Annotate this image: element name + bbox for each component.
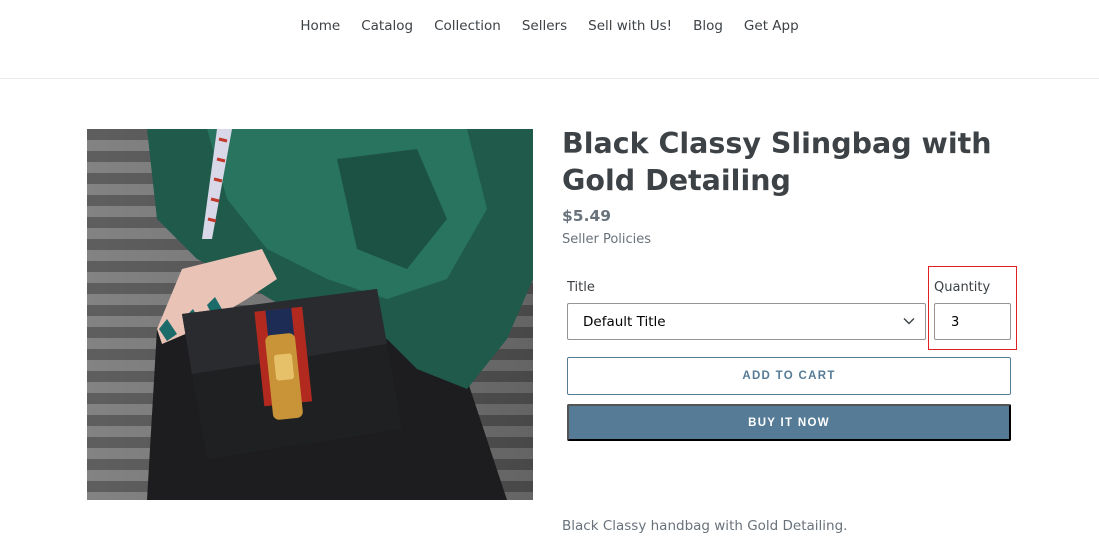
title-select[interactable]: Default Title [567,303,926,340]
nav-sell-with-us[interactable]: Sell with Us! [578,18,683,34]
nav-get-app[interactable]: Get App [733,18,809,34]
seller-policies-link[interactable]: Seller Policies [562,232,651,247]
buy-it-now-button[interactable]: BUY IT NOW [567,404,1011,441]
main-nav: Home Catalog Collection Sellers Sell wit… [0,15,1099,35]
quantity-input[interactable]: 3 [934,303,1011,340]
nav-collection[interactable]: Collection [424,18,512,34]
nav-home[interactable]: Home [290,18,351,34]
site-header: Home Catalog Collection Sellers Sell wit… [0,0,1099,79]
chevron-down-icon [903,318,915,325]
product-description: Black Classy handbag with Gold Detailing… [562,518,848,534]
title-label: Title [567,280,595,295]
quantity-label: Quantity [934,280,991,295]
nav-sellers[interactable]: Sellers [511,18,577,34]
quantity-value: 3 [951,315,960,330]
product-title: Black Classy Slingbag with Gold Detailin… [562,127,992,197]
nav-blog[interactable]: Blog [683,18,734,34]
product-price: $5.49 [562,207,612,225]
product-page: Home Catalog Collection Sellers Sell wit… [0,0,1099,547]
nav-catalog[interactable]: Catalog [351,18,424,34]
product-image[interactable] [87,129,533,500]
add-to-cart-button[interactable]: ADD TO CART [567,357,1011,395]
title-select-value: Default Title [583,314,666,330]
